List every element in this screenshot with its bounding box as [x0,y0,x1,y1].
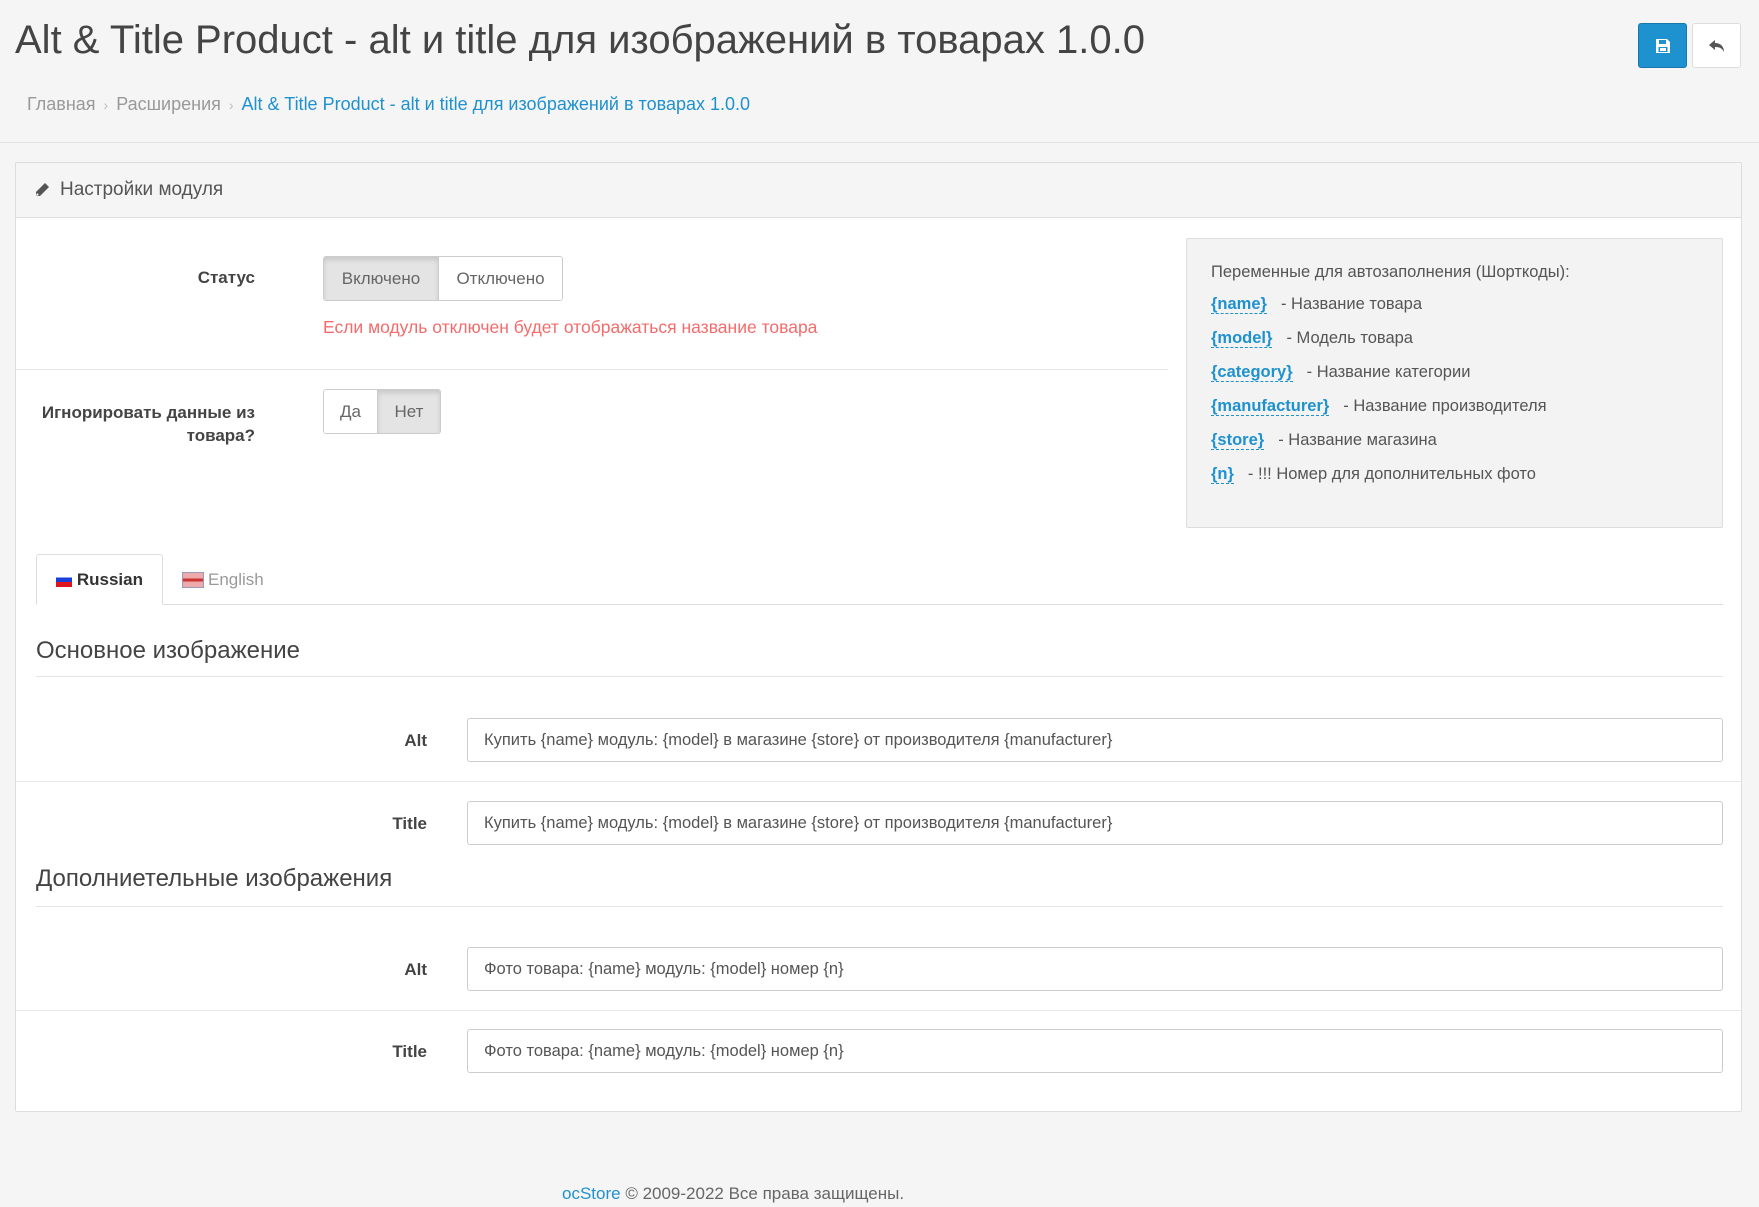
settings-panel: Настройки модуля Статус Включено Отключе… [15,162,1742,1112]
status-on-button[interactable]: Включено [324,257,438,300]
tab-english-label: English [208,569,264,589]
status-toggle: Включено Отключено [323,256,563,301]
shortcode-desc: - Название категории [1306,363,1471,381]
save-button[interactable] [1638,23,1687,68]
ignore-no-button[interactable]: Нет [377,390,440,433]
main-title-label: Title [392,814,427,833]
breadcrumb-extensions[interactable]: Расширения [116,94,221,114]
main-title-input[interactable]: Купить {name} модуль: {model} в магазине… [467,801,1723,845]
breadcrumb-current[interactable]: Alt & Title Product - alt и title для из… [242,94,750,114]
shortcode-item: {n} - !!! Номер для дополнительных фото [1211,465,1698,499]
ignore-label-line2: товара? [186,426,255,445]
pencil-icon [36,183,49,196]
additional-alt-input[interactable]: Фото товара: {name} модуль: {model} номе… [467,947,1723,991]
shortcode-item: {store} - Название магазина [1211,431,1698,465]
ignore-yes-button[interactable]: Да [324,390,377,433]
footer-copyright: © 2009-2022 Все права защищены. [620,1184,905,1203]
divider [16,781,1741,782]
shortcode-item: {name} - Название товара [1211,295,1698,329]
additional-title-input[interactable]: Фото товара: {name} модуль: {model} номе… [467,1029,1723,1073]
shortcode-item: {manufacturer} - Название производителя [1211,397,1698,431]
shortcode-desc: - Модель товара [1286,329,1413,347]
shortcode-code[interactable]: {category} [1211,363,1293,382]
back-button[interactable] [1692,23,1741,68]
russia-flag-icon [56,572,72,587]
panel-title: Настройки модуля [60,179,224,200]
shortcodes-box: Переменные для автозаполнения (Шорткоды)… [1186,238,1723,528]
status-label: Статус [197,268,255,287]
shortcode-code[interactable]: {store} [1211,431,1265,450]
panel-heading: Настройки модуля [16,163,1741,218]
main-image-heading: Основное изображение [36,637,300,664]
language-tabs: Russian English [36,554,1723,605]
shortcode-code[interactable]: {model} [1211,329,1273,348]
breadcrumb-home[interactable]: Главная [27,94,96,114]
ignore-label-line1: Игнорировать данные из [41,403,255,422]
shortcode-code[interactable]: {manufacturer} [1211,397,1330,416]
footer: ocStore © 2009-2022 Все права защищены. [562,1184,904,1204]
status-off-button[interactable]: Отключено [438,257,562,300]
shortcode-code[interactable]: {name} [1211,295,1267,314]
breadcrumb: Главная › Расширения › Alt & Title Product -… [27,94,751,114]
floppy-disk-icon [1655,38,1670,53]
tab-english[interactable]: English [164,554,283,605]
shortcode-item: {model} - Модель товара [1211,329,1698,363]
shortcodes-title: Переменные для автозаполнения (Шорткоды)… [1211,263,1570,281]
tab-russian[interactable]: Russian [36,554,163,605]
additional-title-label: Title [392,1042,427,1061]
reply-icon [1708,39,1724,52]
footer-brand-link[interactable]: ocStore [562,1184,621,1203]
divider [16,369,1168,370]
ignore-label: Игнорировать данные из товара? [36,401,255,447]
uk-flag-icon [182,571,204,588]
additional-alt-label: Alt [404,960,427,979]
shortcode-desc: - Название товара [1280,295,1423,313]
page-title: Alt & Title Product - alt и title для из… [15,18,1145,62]
divider [16,1010,1741,1011]
tab-russian-label: Russian [76,569,143,589]
additional-images-heading: Дополниетельные изображения [36,865,393,892]
shortcode-desc: - Название производителя [1343,397,1547,415]
shortcode-desc: - !!! Номер для дополнительных фото [1247,465,1536,483]
shortcode-item: {category} - Название категории [1211,363,1698,397]
status-help: Если модуль отключен будет отображаться … [323,317,818,337]
main-alt-input[interactable]: Купить {name} модуль: {model} в магазине… [467,718,1723,762]
shortcode-desc: - Название магазина [1278,431,1437,449]
divider [36,906,1723,907]
shortcode-code[interactable]: {n} [1211,465,1234,484]
main-alt-label: Alt [404,731,427,750]
divider [36,676,1723,677]
ignore-toggle: Да Нет [323,389,441,434]
